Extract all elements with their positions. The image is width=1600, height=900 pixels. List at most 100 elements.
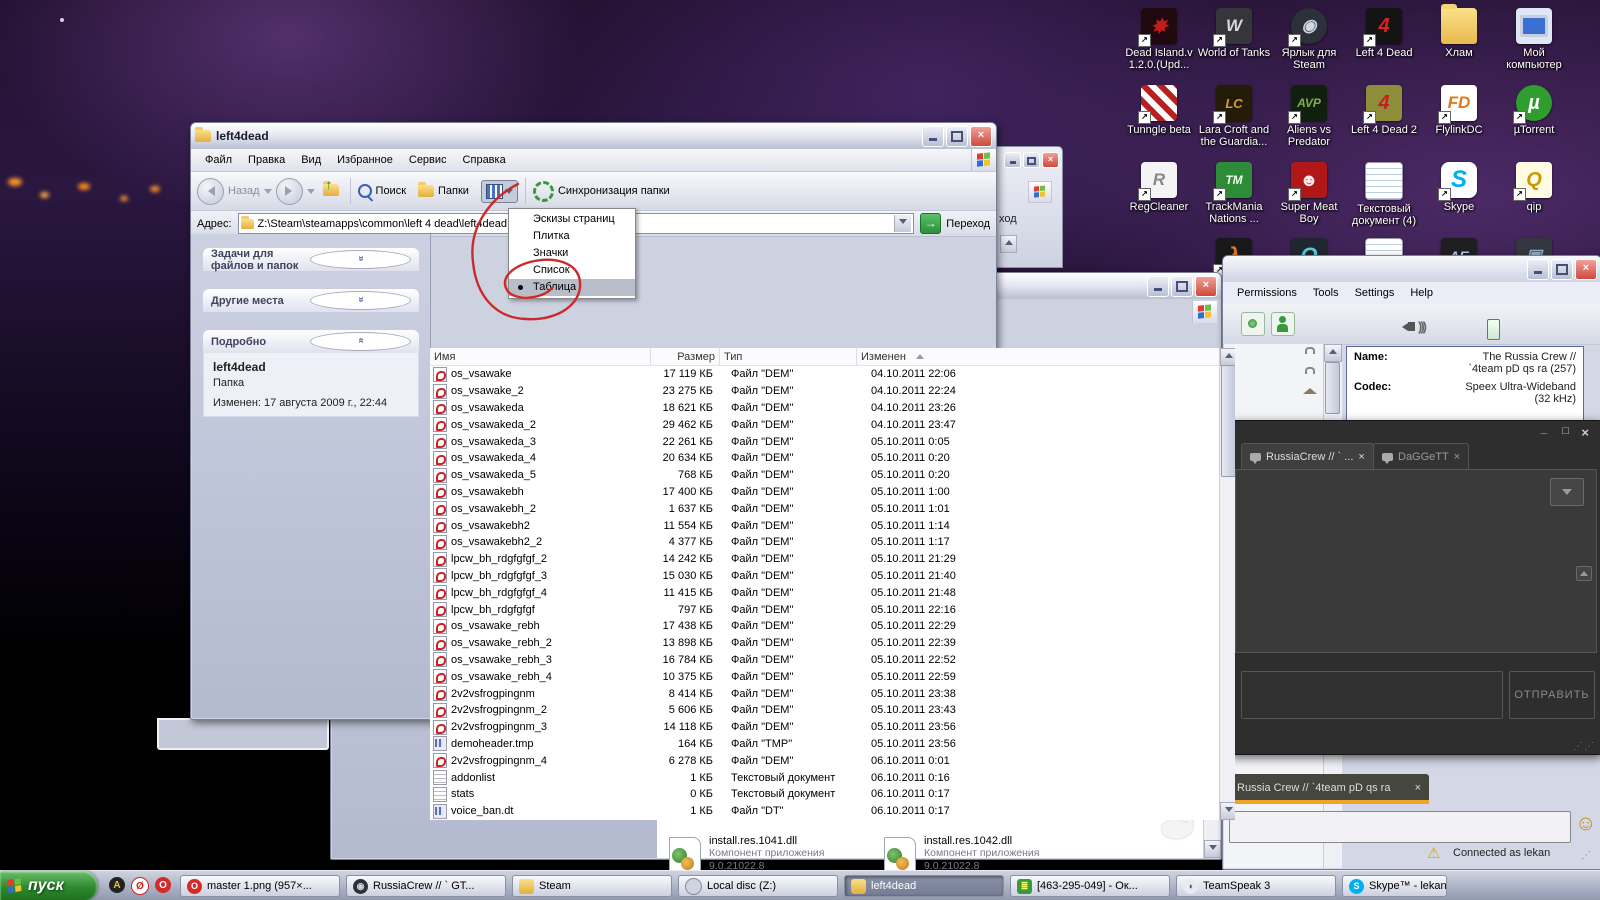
menu-item[interactable]: Help <box>1402 284 1441 302</box>
menu-item[interactable]: Permissions <box>1229 284 1305 302</box>
resize-grip[interactable]: ⋰ <box>1581 850 1592 861</box>
file-row[interactable]: os_vsawake 17 119 КБ Файл "DEM" 04.10.20… <box>430 366 1220 383</box>
file-row[interactable]: demoheader.tmp 164 КБ Файл "TMP" 05.10.2… <box>430 736 1220 753</box>
desktop-icon[interactable]: ↗ Tunngle beta <box>1122 85 1196 148</box>
forward-button[interactable] <box>276 178 303 205</box>
file-row[interactable]: lpcw_bh_rdgfgfgf_4 11 415 КБ Файл "DEM" … <box>430 584 1220 601</box>
file-row[interactable]: os_vsawakeda_5 768 КБ Файл "DEM" 05.10.2… <box>430 467 1220 484</box>
desktop-icon[interactable]: ↗ Текстовый документ (4) <box>1347 162 1421 227</box>
desktop-icon[interactable]: ☻↗ Super Meat Boy <box>1272 162 1346 227</box>
search-label[interactable]: Поиск <box>376 185 406 197</box>
file-row[interactable]: os_vsawakeda_4 20 634 КБ Файл "DEM" 05.1… <box>430 450 1220 467</box>
desktop-icon[interactable]: 4↗ Left 4 Dead 2 <box>1347 85 1421 148</box>
file-row[interactable]: os_vsawake_rebh 17 438 КБ Файл "DEM" 05.… <box>430 618 1220 635</box>
file-row[interactable]: os_vsawake_rebh_2 13 898 КБ Файл "DEM" 0… <box>430 635 1220 652</box>
address-dropdown-icon[interactable] <box>894 215 911 232</box>
close-button[interactable]: × <box>970 126 992 147</box>
scroll-up-button[interactable] <box>1576 566 1592 581</box>
teamspeak-titlebar[interactable]: × <box>1223 256 1600 282</box>
file-row[interactable]: os_vsawake_2 23 275 КБ Файл "DEM" 04.10.… <box>430 383 1220 400</box>
explorer-titlebar[interactable]: left4dead × <box>191 123 996 149</box>
desktop-icon[interactable]: Q↗ qip <box>1497 162 1571 227</box>
search-icon[interactable] <box>358 184 372 198</box>
desktop-icon[interactable]: FD↗ FlylinkDC <box>1422 85 1496 148</box>
column-header-modified[interactable]: Изменен <box>857 348 1235 365</box>
minimize-button[interactable] <box>1527 259 1549 280</box>
file-row[interactable]: os_vsawakeda_3 22 261 КБ Файл "DEM" 05.1… <box>430 433 1220 450</box>
chat-tab[interactable]: DaGGeTT × <box>1373 443 1469 469</box>
column-header-type[interactable]: Тип <box>720 348 857 365</box>
scroll-down-button[interactable] <box>1220 802 1235 820</box>
file-row[interactable]: addonlist 1 КБ Текстовый документ 06.10.… <box>430 769 1220 786</box>
close-button[interactable]: × <box>1042 152 1059 168</box>
quick-launch-icon[interactable]: O <box>155 877 171 893</box>
channel-icon-button[interactable] <box>1241 312 1265 336</box>
tasks-section-header[interactable]: Задачи для файлов и папок» <box>203 248 419 271</box>
quick-launch-icon[interactable]: Ø <box>131 877 149 895</box>
minimize-button[interactable] <box>1004 152 1021 168</box>
tab-close-icon[interactable]: × <box>1415 782 1421 794</box>
chevron-down-icon[interactable]: » <box>310 291 411 310</box>
file-row[interactable]: os_vsawakebh 17 400 КБ Файл "DEM" 05.10.… <box>430 484 1220 501</box>
sync-icon[interactable] <box>533 181 554 202</box>
tab-close-icon[interactable]: × <box>1454 451 1460 463</box>
column-header-name[interactable]: Имя <box>430 348 651 365</box>
folders-label[interactable]: Папки <box>438 185 469 197</box>
close-button[interactable]: × <box>1575 259 1597 280</box>
view-menu-item[interactable]: Плитка <box>509 228 635 245</box>
file-row[interactable]: 2v2vsfrogpingnm_3 14 118 КБ Файл "DEM" 0… <box>430 719 1220 736</box>
sync-label[interactable]: Синхронизация папки <box>558 185 670 197</box>
scroll-up-button[interactable] <box>1000 235 1017 253</box>
view-menu-item[interactable]: Значки <box>509 245 635 262</box>
desktop-icon[interactable]: S↗ Skype <box>1422 162 1496 227</box>
file-row[interactable]: lpcw_bh_rdgfgfgf_2 14 242 КБ Файл "DEM" … <box>430 551 1220 568</box>
maximize-button[interactable]: □ <box>1562 425 1569 437</box>
chat-tab[interactable]: RussiaCrew // ` ... × <box>1241 443 1374 469</box>
minimize-button[interactable] <box>1147 276 1169 297</box>
close-button[interactable]: × <box>1581 425 1589 440</box>
menu-item[interactable]: Избранное <box>329 151 401 169</box>
maximize-button[interactable] <box>1551 259 1573 280</box>
desktop-icon[interactable]: R↗ RegCleaner <box>1122 162 1196 227</box>
menu-item[interactable]: Сервис <box>401 151 455 169</box>
details-section-header[interactable]: Подробно» <box>203 330 419 353</box>
desktop-icon[interactable]: TM↗ TrackMania Nations ... <box>1197 162 1271 227</box>
up-button[interactable]: ↑ <box>323 184 339 199</box>
menu-item[interactable]: Файл <box>197 151 240 169</box>
file-row[interactable]: 2v2vsfrogpingnm 8 414 КБ Файл "DEM" 05.1… <box>430 685 1220 702</box>
file-row[interactable]: lpcw_bh_rdgfgfgf 797 КБ Файл "DEM" 05.10… <box>430 601 1220 618</box>
taskbar-button[interactable]: S Skype™ - lekan24 <box>1342 875 1447 897</box>
file-row[interactable]: stats 0 КБ Текстовый документ 06.10.2011… <box>430 786 1220 803</box>
places-section-header[interactable]: Другие места» <box>203 289 419 312</box>
start-button[interactable]: пуск <box>0 871 97 900</box>
menu-item[interactable]: Правка <box>240 151 293 169</box>
maximize-button[interactable] <box>1171 276 1193 297</box>
file-row[interactable]: os_vsawakeda 18 621 КБ Файл "DEM" 04.10.… <box>430 400 1220 417</box>
emoticon-button[interactable]: ☺ <box>1575 812 1596 836</box>
desktop-icon[interactable]: ↗ Хлам <box>1422 8 1496 71</box>
minimize-button[interactable] <box>922 126 944 147</box>
taskbar-button[interactable]: ◉ RussiaCrew // ` GT... <box>346 875 506 897</box>
teamspeak-chat-input[interactable] <box>1229 811 1571 843</box>
views-button[interactable] <box>481 180 518 203</box>
file-row[interactable]: 2v2vsfrogpingnm_2 5 606 КБ Файл "DEM" 05… <box>430 702 1220 719</box>
scroll-up-button[interactable] <box>1220 348 1235 366</box>
desktop-icon[interactable]: µ↗ µTorrent <box>1497 85 1571 148</box>
back-button[interactable] <box>197 178 224 205</box>
list-scrollbar[interactable] <box>1219 348 1235 820</box>
tab-close-icon[interactable]: × <box>1358 451 1364 463</box>
file-row[interactable]: os_vsawake_rebh_3 16 784 КБ Файл "DEM" 0… <box>430 652 1220 669</box>
taskbar-button[interactable]: ≣ [463-295-049] - Ок... <box>1010 875 1170 897</box>
close-button[interactable]: × <box>1195 276 1217 297</box>
file-row[interactable]: lpcw_bh_rdgfgfgf_3 15 030 КБ Файл "DEM" … <box>430 568 1220 585</box>
chevron-down-icon[interactable]: » <box>310 250 411 269</box>
file-row[interactable]: os_vsawakebh2_2 4 377 КБ Файл "DEM" 05.1… <box>430 534 1220 551</box>
dropdown-button[interactable] <box>1550 478 1584 506</box>
forward-dropdown-icon[interactable] <box>307 189 315 198</box>
folders-icon[interactable] <box>418 185 434 197</box>
send-button[interactable]: ОТПРАВИТЬ <box>1509 671 1595 719</box>
go-label[interactable]: Переход <box>946 218 990 230</box>
quick-launch-icon[interactable]: A <box>109 877 125 893</box>
desktop-icon[interactable]: ◉↗ Ярлык для Steam <box>1272 8 1346 71</box>
volume-slider-thumb[interactable] <box>1487 319 1500 340</box>
